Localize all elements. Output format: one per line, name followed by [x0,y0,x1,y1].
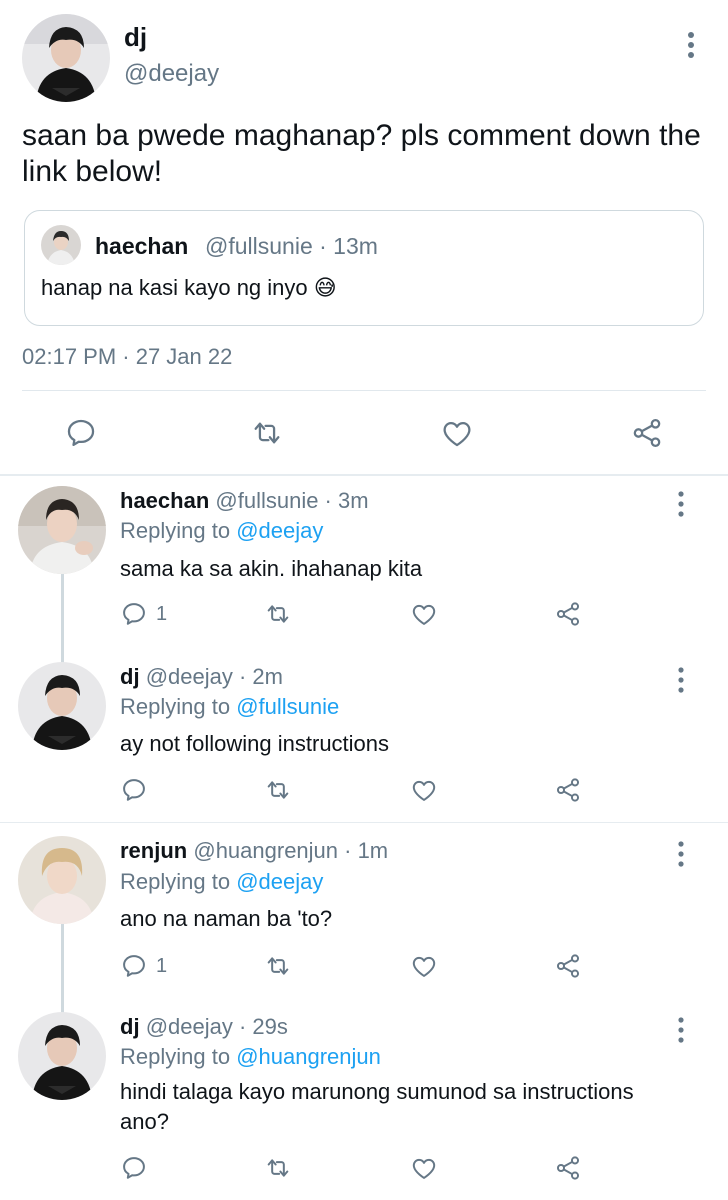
display-name[interactable]: renjun [120,838,187,863]
reply-icon [123,603,145,625]
display-name[interactable]: dj [120,1014,140,1039]
display-name[interactable]: haechan [120,488,209,513]
replying-to: Replying to @huangrenjun [120,1044,381,1070]
replying-label: Replying to [120,694,231,719]
like-icon [412,956,436,977]
avatar [41,225,81,265]
divider [22,390,706,391]
mention-link[interactable]: @deejay [236,869,323,894]
display-name[interactable]: dj [124,22,147,53]
avatar[interactable] [18,486,106,574]
like-button[interactable] [410,600,438,628]
quoted-display-name: haechan [95,233,189,259]
reply-count: 1 [156,602,168,625]
retweet-button[interactable] [264,1154,292,1182]
reply-icon [123,1157,145,1179]
reply-icon [67,419,95,447]
avatar[interactable] [18,1012,106,1100]
display-name[interactable]: dj [120,664,140,689]
separator [0,474,728,476]
username[interactable]: @deejay [124,60,219,88]
username-time[interactable]: @huangrenjun · 1m [193,838,388,863]
reply-header: dj @deejay · 2m [120,664,283,690]
share-button[interactable] [554,600,582,628]
separator [0,822,728,823]
like-icon [412,1158,436,1179]
retweet-icon [267,957,289,975]
mention-link[interactable]: @deejay [236,518,323,543]
like-button[interactable] [410,952,438,980]
username-time[interactable]: @fullsunie · 3m [215,488,368,513]
reply-header: haechan @fullsunie · 3m [120,488,369,514]
reply-header: dj @deejay · 29s [120,1014,288,1040]
thread-line [61,924,64,1016]
replying-label: Replying to [120,518,231,543]
reply-text: ano na naman ba 'to? [120,906,333,931]
replying-to: Replying to @deejay [120,869,323,895]
reply-icon [123,779,145,801]
reply-button[interactable] [120,1154,156,1182]
retweet-icon [267,1159,289,1177]
retweet-icon [267,605,289,623]
like-icon [412,780,436,801]
more-icon[interactable] [668,1014,694,1046]
share-icon [556,954,580,978]
username-time[interactable]: @deejay · 29s [146,1014,288,1039]
like-icon [443,421,471,447]
share-button[interactable] [554,1154,582,1182]
more-icon[interactable] [668,664,694,696]
reply-button[interactable] [64,416,98,450]
avatar[interactable] [22,14,110,102]
replying-label: Replying to [120,1044,231,1069]
reply-button[interactable]: 1 [120,600,167,628]
replying-label: Replying to [120,869,231,894]
more-icon[interactable] [676,28,706,62]
reply-header: renjun @huangrenjun · 1m [120,838,388,864]
avatar[interactable] [18,836,106,924]
like-button[interactable] [410,776,438,804]
like-icon [412,604,436,625]
reply-button[interactable] [120,776,156,804]
retweet-icon [254,422,280,444]
username-time[interactable]: @deejay · 2m [146,664,283,689]
replying-to: Replying to @deejay [120,518,323,544]
share-icon [556,602,580,626]
reply-icon [123,955,145,977]
retweet-button[interactable] [264,600,292,628]
share-icon [556,778,580,802]
reply-button[interactable]: 1 [120,952,167,980]
quoted-username: @fullsunie · 13m [205,233,378,259]
retweet-button[interactable] [264,952,292,980]
quoted-text: hanap na kasi kayo ng inyo 😅 [41,275,337,300]
mention-link[interactable]: @huangrenjun [236,1044,381,1069]
share-button[interactable] [554,952,582,980]
quoted-tweet[interactable]: haechan @fullsunie · 13m hanap na kasi k… [24,210,704,326]
replying-to: Replying to @fullsunie [120,694,339,720]
thread-line [61,574,64,666]
mention-link[interactable]: @fullsunie [236,694,339,719]
like-button[interactable] [440,416,474,450]
like-button[interactable] [410,1154,438,1182]
share-button[interactable] [630,416,664,450]
tweet-text: saan ba pwede maghanap? pls comment down… [22,119,701,188]
more-icon[interactable] [668,488,694,520]
retweet-icon [267,781,289,799]
retweet-button[interactable] [264,776,292,804]
reply-count: 1 [156,954,168,977]
reply-text: hindi talaga kayo marunong sumunod sa in… [120,1079,634,1134]
retweet-button[interactable] [250,416,284,450]
more-icon[interactable] [668,838,694,870]
tweet-timestamp[interactable]: 02:17 PM · 27 Jan 22 [22,344,232,370]
share-icon [633,418,661,448]
avatar[interactable] [18,662,106,750]
main-tweet: dj @deejay saan ba pwede maghanap? pls c… [0,0,728,474]
share-icon [556,1156,580,1180]
share-button[interactable] [554,776,582,804]
reply-text: sama ka sa akin. ihahanap kita [120,556,423,581]
reply-text: ay not following instructions [120,731,390,756]
